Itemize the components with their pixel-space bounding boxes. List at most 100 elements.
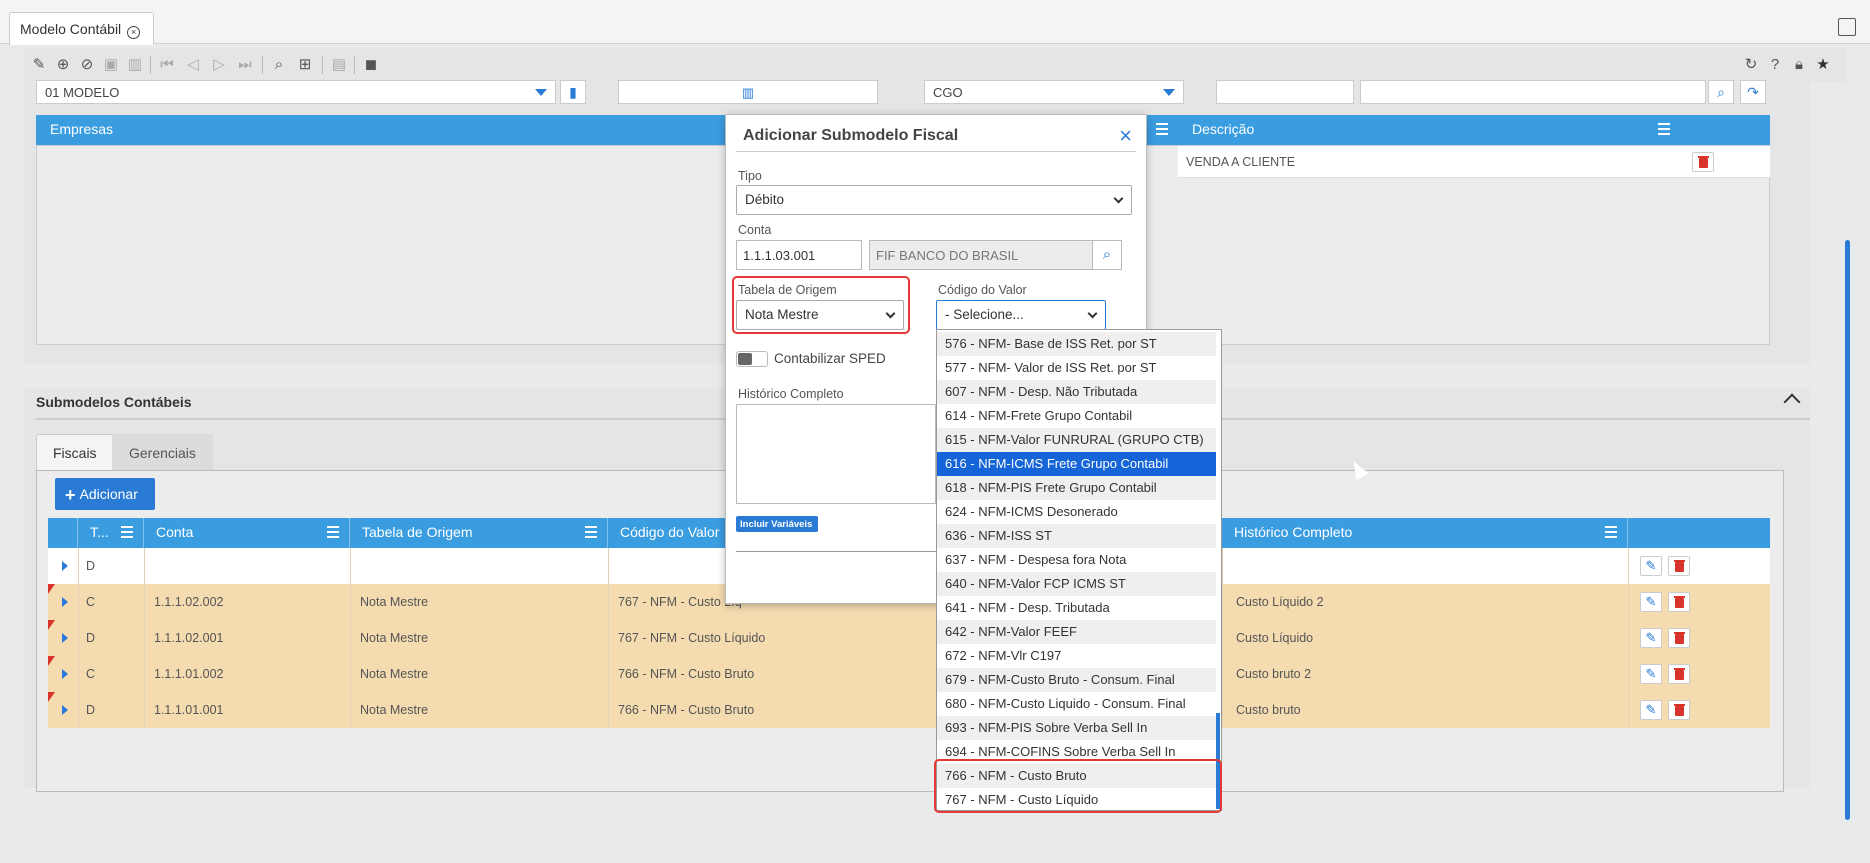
dropdown-option[interactable]: 679 - NFM-Custo Bruto - Consum. Final [937,668,1216,692]
trash-icon[interactable] [1668,628,1690,648]
dropdown-option[interactable]: 637 - NFM - Despesa fora Nota [937,548,1216,572]
dropdown-option[interactable]: 576 - NFM- Base de ISS Ret. por ST [937,332,1216,356]
cell-tipo: C [86,595,96,609]
col-tabela[interactable]: Tabela de Origem [350,518,608,548]
tab-bar [0,0,1870,44]
tab-modelo-contabil[interactable]: Modelo Contábil × [9,12,154,45]
empresa-row[interactable]: VENDA A CLIENTE [1178,146,1770,178]
modal-divider [736,551,936,552]
edit-icon[interactable]: ✎ [1640,664,1662,684]
expand-icon[interactable] [62,633,68,643]
trash-icon[interactable] [1668,556,1690,576]
star-icon[interactable]: ★ [1814,56,1832,74]
cell-tipo: D [86,703,96,717]
dropdown-option[interactable]: 680 - NFM-Custo Liquido - Consum. Final [937,692,1216,716]
expand-icon[interactable] [62,705,68,715]
dropdown-option[interactable]: 607 - NFM - Desp. Não Tributada [937,380,1216,404]
edit-icon[interactable]: ✎ [1640,700,1662,720]
tab-close-icon[interactable]: × [127,26,141,39]
trash-icon[interactable] [1692,152,1714,172]
dropdown-option[interactable]: 615 - NFM-Valor FUNRURAL (GRUPO CTB) [937,428,1216,452]
grid-header-menu[interactable] [1146,115,1178,145]
dropdown-option[interactable]: 577 - NFM- Valor de ISS Ret. por ST [937,356,1216,380]
historico-textarea[interactable] [736,404,936,504]
cell-divider [144,656,145,692]
dropdown-option-selected[interactable]: 616 - NFM-ICMS Frete Grupo Contabil [937,452,1216,476]
copy-icon[interactable]: ▤ [330,56,348,74]
add-icon[interactable]: ⊕ [54,56,72,74]
modelo-select[interactable]: 01 MODELO [36,80,556,104]
menu-icon[interactable] [1156,123,1168,135]
layers-icon[interactable]: ◼ [362,56,380,74]
page-scrollbar[interactable] [1845,240,1850,820]
dropdown-option[interactable]: 672 - NFM-Vlr C197 [937,644,1216,668]
dropdown-option[interactable]: 614 - NFM-Frete Grupo Contabil [937,404,1216,428]
building-icon[interactable]: ▮ [560,80,586,104]
broom-icon[interactable]: ✎ [30,56,48,74]
cell-tipo: D [86,559,96,573]
menu-icon[interactable] [327,526,339,538]
chevron-down-icon [1163,89,1175,96]
undo-icon[interactable]: ↷ [1740,80,1766,104]
col-codigo-label: Código do Valor [620,524,720,540]
incluir-variaveis-button[interactable]: Incluir Variáveis [736,516,818,532]
cgo-desc-input[interactable] [1360,80,1706,104]
table-row[interactable]: D 1.1.1.02.001 Nota Mestre 767 - NFM - C… [48,620,1770,656]
table-row[interactable]: C 1.1.1.01.002 Nota Mestre 766 - NFM - C… [48,656,1770,692]
help-icon[interactable]: ? [1766,56,1784,74]
col-historico[interactable]: Histórico Completo [1222,518,1628,548]
dropdown-option[interactable]: 640 - NFM-Valor FCP ICMS ST [937,572,1216,596]
trash-icon[interactable] [1668,664,1690,684]
menu-icon[interactable] [1658,123,1670,135]
dropdown-option[interactable]: 618 - NFM-PIS Frete Grupo Contabil [937,476,1216,500]
conta-input[interactable]: 1.1.1.03.001 [736,240,862,270]
menu-icon[interactable] [585,526,597,538]
trash-icon[interactable]: ▥ [126,56,144,74]
highlight-options [934,759,1222,813]
edit-icon[interactable]: ✎ [1640,592,1662,612]
search-icon[interactable]: ⌕ [270,56,288,74]
next-icon[interactable]: ▷ [210,56,228,74]
add-button[interactable]: + Adicionar [55,478,155,510]
codigo-dropdown-list[interactable]: 576 - NFM- Base de ISS Ret. por ST 577 -… [936,329,1222,811]
grid-icon[interactable]: ⊞ [296,56,314,74]
dropdown-option[interactable]: 624 - NFM-ICMS Desonerado [937,500,1216,524]
col-tipo[interactable]: T... [78,518,144,548]
expand-icon[interactable] [62,669,68,679]
dropdown-option[interactable]: 642 - NFM-Valor FEEF [937,620,1216,644]
expand-icon[interactable] [62,561,68,571]
search-icon[interactable]: ⌕ [1092,240,1122,270]
menu-icon[interactable] [1605,526,1617,538]
lock-icon[interactable]: 🔒︎ [1790,56,1808,74]
prev-icon[interactable]: ◁ [184,56,202,74]
close-icon[interactable]: × [1119,123,1132,149]
window-menu-icon[interactable] [1838,18,1856,36]
cancel-icon[interactable]: ⊘ [78,56,96,74]
dropdown-option[interactable]: 636 - NFM-ISS ST [937,524,1216,548]
last-icon[interactable]: ⏭ [236,56,254,74]
tab-gerenciais[interactable]: Gerenciais [112,434,213,470]
cell-historico: Custo Líquido [1236,631,1314,645]
tipo-select[interactable]: Débito [736,185,1132,215]
trash-icon[interactable] [1668,592,1690,612]
search-icon[interactable]: ⌕ [1708,80,1734,104]
cgo-code-input[interactable] [1216,80,1354,104]
dropdown-option[interactable]: 641 - NFM - Desp. Tributada [937,596,1216,620]
tabela-select[interactable]: Nota Mestre [736,300,904,330]
table-row[interactable]: D 1.1.1.01.001 Nota Mestre 766 - NFM - C… [48,692,1770,728]
save-icon[interactable]: ▣ [102,56,120,74]
codigo-select[interactable]: - Selecione... [936,300,1106,330]
refresh-icon[interactable]: ↻ [1742,56,1760,74]
cgo-select[interactable]: CGO [924,80,1184,104]
tab-fiscais[interactable]: Fiscais [36,434,114,470]
first-icon[interactable]: ⏮ [158,56,176,74]
menu-icon[interactable] [121,526,133,538]
sped-toggle[interactable] [736,351,768,367]
edit-icon[interactable]: ✎ [1640,628,1662,648]
edit-icon[interactable]: ✎ [1640,556,1662,576]
col-conta[interactable]: Conta [144,518,350,548]
expand-icon[interactable] [62,597,68,607]
dropdown-option[interactable]: 693 - NFM-PIS Sobre Verba Sell In [937,716,1216,740]
trash-icon[interactable] [1668,700,1690,720]
barcode-field[interactable]: ▥ [618,80,878,104]
